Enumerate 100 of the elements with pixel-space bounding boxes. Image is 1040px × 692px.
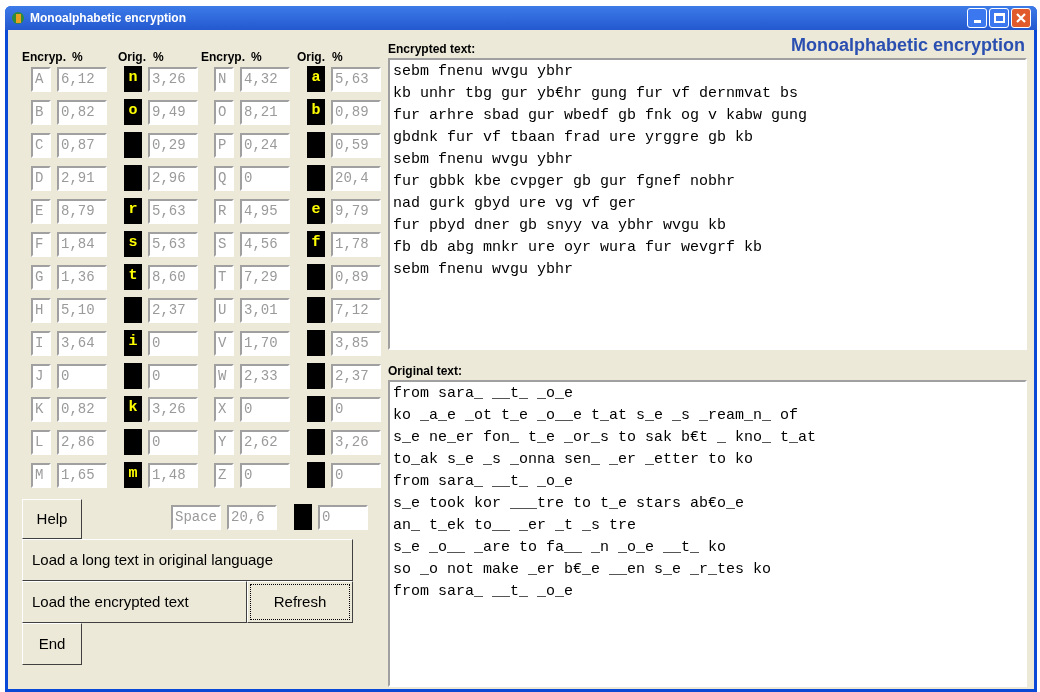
column-header: % <box>251 49 263 65</box>
encrypted-letter: C <box>31 132 51 158</box>
percent-field: 3,26 <box>148 66 198 92</box>
column-header: Encryp. <box>22 49 67 65</box>
percent-field: 2,33 <box>240 363 290 389</box>
load-encrypted-button[interactable]: Load the encrypted text <box>22 581 247 623</box>
column-header: % <box>72 49 84 65</box>
percent-field: 20,4 <box>331 165 381 191</box>
encrypted-letter: V <box>214 330 234 356</box>
orig-letter-box <box>124 429 142 455</box>
text-line: from sara_ __t_ _o_e <box>393 582 574 602</box>
text-line: ko _a_e _ot t_e _o__e t_at s_e _s _ream_n_ of <box>393 406 799 426</box>
encrypted-letter: G <box>31 264 51 290</box>
percent-field: 0,82 <box>57 99 107 125</box>
text-line: from sara_ __t_ _o_e <box>393 472 574 492</box>
orig-letter-box <box>307 462 325 488</box>
percent-field: 7,29 <box>240 264 290 290</box>
orig-letter-box <box>124 165 142 191</box>
percent-field: 2,96 <box>148 165 198 191</box>
text-line: fur arhre sbad gur wbedf gb fnk og v kabw gung <box>393 106 808 126</box>
orig-letter-box: t <box>124 264 142 290</box>
encrypted-letter: H <box>31 297 51 323</box>
encrypted-letter: O <box>214 99 234 125</box>
percent-field: 1,70 <box>240 330 290 356</box>
encrypted-letter: W <box>214 363 234 389</box>
encrypted-letter: T <box>214 264 234 290</box>
orig-letter-box: e <box>307 198 325 224</box>
orig-letter-box <box>124 363 142 389</box>
percent-field: 1,78 <box>331 231 381 257</box>
text-line: fb db abg mnkr ure oyr wura fur wevgrf kb <box>393 238 763 258</box>
orig-letter-box: s <box>124 231 142 257</box>
encrypted-letter: Q <box>214 165 234 191</box>
encrypted-letter: J <box>31 363 51 389</box>
orig-letter-box <box>307 165 325 191</box>
percent-field: 2,86 <box>57 429 107 455</box>
percent-field: 1,48 <box>148 462 198 488</box>
orig-letter-box: k <box>124 396 142 422</box>
text-line: fur pbyd dner gb snyy va ybhr wvgu kb <box>393 216 727 236</box>
space-label: Space <box>171 504 221 530</box>
text-line: so _o not make _er b€_e __en s_e _r_tes ko <box>393 560 772 580</box>
percent-field: 0 <box>148 429 198 455</box>
orig-letter-box <box>307 297 325 323</box>
percent-field: 8,79 <box>57 198 107 224</box>
close-icon <box>1016 13 1026 23</box>
encrypted-letter: F <box>31 231 51 257</box>
encrypted-text-area[interactable] <box>388 58 1027 350</box>
orig-letter-box: f <box>307 231 325 257</box>
original-text-area[interactable] <box>388 380 1027 687</box>
percent-field: 0 <box>57 363 107 389</box>
percent-field: 7,12 <box>331 297 381 323</box>
text-line: kb unhr tbg gur yb€hr gung fur vf dernmvat bs <box>393 84 799 104</box>
help-button[interactable]: Help <box>22 499 82 539</box>
percent-field: 0,89 <box>331 99 381 125</box>
close-button[interactable] <box>1011 8 1031 28</box>
text-line: sebm fnenu wvgu ybhr <box>393 150 574 170</box>
percent-field: 2,62 <box>240 429 290 455</box>
percent-field: 1,65 <box>57 462 107 488</box>
column-header: Encryp. <box>201 49 246 65</box>
percent-field: 0,29 <box>148 132 198 158</box>
app-heading: Monoalphabetic encryption <box>790 34 1026 57</box>
encrypted-letter: X <box>214 396 234 422</box>
text-line: sebm fnenu wvgu ybhr <box>393 62 574 82</box>
column-header: Orig. <box>118 49 147 65</box>
percent-field: 0,59 <box>331 132 381 158</box>
percent-field: 2,37 <box>148 297 198 323</box>
encrypted-letter: R <box>214 198 234 224</box>
encrypted-letter: D <box>31 165 51 191</box>
column-header: Orig. <box>297 49 326 65</box>
refresh-button[interactable]: Refresh <box>247 581 353 623</box>
maximize-button[interactable] <box>989 8 1009 28</box>
percent-field: 8,60 <box>148 264 198 290</box>
encrypted-letter: P <box>214 132 234 158</box>
encrypted-letter: B <box>31 99 51 125</box>
percent-field: 0 <box>240 165 290 191</box>
orig-letter-box: m <box>124 462 142 488</box>
encrypted-letter: A <box>31 66 51 92</box>
percent-field: 0,89 <box>331 264 381 290</box>
minimize-button[interactable] <box>967 8 987 28</box>
percent-field: 0 <box>318 504 368 530</box>
load-long-text-button[interactable]: Load a long text in original language <box>22 539 353 581</box>
orig-letter-box <box>307 363 325 389</box>
text-line: fur gbbk kbe cvpger gb gur fgnef nobhr <box>393 172 736 192</box>
orig-letter-box: o <box>124 99 142 125</box>
encrypted-letter: M <box>31 462 51 488</box>
percent-field: 2,91 <box>57 165 107 191</box>
end-button[interactable]: End <box>22 623 82 665</box>
orig-letter-box: b <box>307 99 325 125</box>
orig-letter-box <box>307 429 325 455</box>
encrypted-letter: I <box>31 330 51 356</box>
field-label: Encrypted text: <box>388 41 476 58</box>
text-line: nad gurk gbyd ure vg vf ger <box>393 194 637 214</box>
percent-field: 3,26 <box>331 429 381 455</box>
percent-field: 3,64 <box>57 330 107 356</box>
text-line: an_ t_ek to__ _er _t _s tre <box>393 516 637 536</box>
percent-field: 5,63 <box>148 231 198 257</box>
percent-field: 2,37 <box>331 363 381 389</box>
percent-field: 3,26 <box>148 396 198 422</box>
app-icon <box>11 11 25 25</box>
percent-field: 3,01 <box>240 297 290 323</box>
column-header: % <box>153 49 165 65</box>
